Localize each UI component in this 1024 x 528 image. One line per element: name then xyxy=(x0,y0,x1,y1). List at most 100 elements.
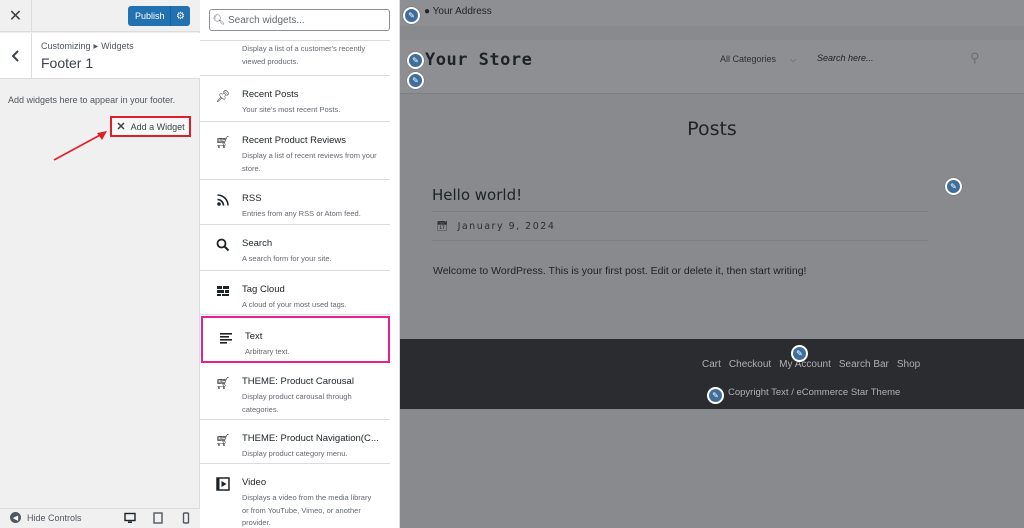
desktop-icon[interactable] xyxy=(124,512,136,524)
pin-icon: 📌︎ xyxy=(215,89,231,103)
widget-list: Display a list of a customer's recently … xyxy=(200,40,390,528)
close-icon: ✕ xyxy=(116,121,126,133)
widget-name: THEME: Product Carousal xyxy=(242,376,354,387)
tag-cloud-icon xyxy=(217,286,229,296)
widget-description: Displays a video from the media library … xyxy=(242,493,372,527)
customizer-topbar: ✕ Publish ⚙ xyxy=(0,0,200,32)
category-select-label: All Categories xyxy=(720,54,777,64)
widget-item-text[interactable]: Text Arbitrary text. xyxy=(201,316,390,363)
widget-description: Your site's most recent Posts. xyxy=(242,105,341,114)
edit-shortcut-pencil-icon[interactable]: ✎ xyxy=(407,52,424,69)
widget-item-tag-cloud[interactable]: Tag Cloud A cloud of your most used tags… xyxy=(200,271,390,315)
category-select[interactable]: All Categories ⌵ xyxy=(720,54,796,65)
divider xyxy=(432,240,928,241)
widget-item-product-navigation[interactable]: 🛒︎ THEME: Product Navigation(C... Displa… xyxy=(200,420,390,464)
widget-name: RSS xyxy=(242,193,262,204)
section-title: Footer 1 xyxy=(41,55,94,71)
publish-button[interactable]: Publish ⚙ xyxy=(128,6,190,26)
hide-controls-button[interactable]: ◀ Hide Controls xyxy=(10,512,82,523)
post-excerpt: Welcome to WordPress. This is your first… xyxy=(433,265,807,277)
widget-description: Entries from any RSS or Atom feed. xyxy=(242,209,361,218)
widget-name: Video xyxy=(242,477,267,488)
widget-item-recently-viewed[interactable]: Display a list of a customer's recently … xyxy=(200,41,390,76)
globe-icon: ● xyxy=(424,6,431,17)
text-icon xyxy=(220,333,232,344)
widget-name: Text xyxy=(245,331,263,342)
chevron-left-icon xyxy=(11,50,19,62)
widget-chooser-panel: 🔍︎ Display a list of a customer's recent… xyxy=(200,0,400,528)
preview-topbar: ● Your Address xyxy=(400,0,1024,26)
site-preview: ● Your Address ✎ Your Store All Categori… xyxy=(400,0,1024,528)
edit-shortcut-pencil-icon[interactable]: ✎ xyxy=(791,345,808,362)
widget-item-recent-product-reviews[interactable]: 🛒︎ Recent Product Reviews Display a list… xyxy=(200,122,390,180)
breadcrumb: Customizing ▶ Widgets xyxy=(41,41,134,51)
annotation-arrow xyxy=(53,131,107,161)
mobile-icon[interactable] xyxy=(180,512,192,524)
breadcrumb-section: Widgets xyxy=(101,41,134,51)
rss-icon xyxy=(217,194,229,206)
widget-item-recent-posts[interactable]: 📌︎ Recent Posts Your site's most recent … xyxy=(200,76,390,122)
add-widget-button[interactable]: ✕ Add a Widget xyxy=(110,116,191,137)
widget-description: Display a list of a customer's recently … xyxy=(242,44,366,66)
search-icon: 🔍︎ xyxy=(212,14,226,26)
widget-item-product-carousal[interactable]: 🛒︎ THEME: Product Carousal Display produ… xyxy=(200,363,390,420)
cart-icon: 🛒︎ xyxy=(215,135,231,149)
widget-name: THEME: Product Navigation(C... xyxy=(242,433,379,444)
footer-link-cart[interactable]: Cart xyxy=(702,359,721,370)
publish-label: Publish xyxy=(135,11,165,21)
widget-description: Arbitrary text. xyxy=(245,347,290,356)
preview-header: Your Store All Categories ⌵ Search here..… xyxy=(400,40,1024,94)
tablet-icon[interactable] xyxy=(152,512,164,524)
preview-search-input[interactable]: Search here... xyxy=(817,53,874,63)
widget-search-input[interactable] xyxy=(228,14,378,26)
widget-name: Recent Product Reviews xyxy=(242,135,347,146)
edit-shortcut-pencil-icon[interactable]: ✎ xyxy=(403,7,420,24)
footer-link-my-account[interactable]: My Account xyxy=(779,359,831,370)
store-name[interactable]: Your Store xyxy=(425,50,532,70)
search-icon xyxy=(216,238,230,252)
widget-name: Search xyxy=(242,238,273,249)
widget-item-search[interactable]: Search A search form for your site. xyxy=(200,225,390,271)
chevron-down-icon: ⌵ xyxy=(790,55,797,64)
search-icon[interactable]: ⚲ xyxy=(970,50,980,66)
widget-name: Recent Posts xyxy=(242,89,299,100)
page-heading: Posts xyxy=(687,118,737,140)
edit-shortcut-pencil-icon[interactable]: ✎ xyxy=(945,178,962,195)
footer-link-search-bar[interactable]: Search Bar xyxy=(839,359,889,370)
add-widget-label: Add a Widget xyxy=(130,121,185,132)
customizer-panel: ✕ Publish ⚙ Customizing ▶ Widgets Footer 1… xyxy=(0,0,200,528)
widget-description: Display product carousal through categor… xyxy=(242,392,352,414)
breadcrumb-parent: Customizing xyxy=(41,41,91,51)
widget-search-field[interactable]: 🔍︎ xyxy=(209,9,390,31)
section-description: Add widgets here to appear in your foote… xyxy=(8,95,176,105)
divider xyxy=(432,211,928,212)
cart-icon: 🛒︎ xyxy=(215,433,231,447)
post-title[interactable]: Hello world! xyxy=(432,186,522,204)
address-text: ● Your Address xyxy=(424,6,492,17)
widget-description: Display a list of recent reviews from yo… xyxy=(242,151,377,173)
footer-link-checkout[interactable]: Checkout xyxy=(729,359,771,370)
footer-link-shop[interactable]: Shop xyxy=(897,359,920,370)
post-date: 📅︎ January 9, 2024 xyxy=(436,221,555,232)
edit-shortcut-pencil-icon[interactable]: ✎ xyxy=(407,72,424,89)
collapse-icon: ◀ xyxy=(10,512,21,523)
widget-item-video[interactable]: Video Displays a video from the media li… xyxy=(200,464,390,528)
widget-description: A cloud of your most used tags. xyxy=(242,300,347,309)
edit-shortcut-pencil-icon[interactable]: ✎ xyxy=(707,387,724,404)
widget-description: A search form for your site. xyxy=(242,254,332,263)
address-label: Your Address xyxy=(432,6,492,17)
hide-controls-label: Hide Controls xyxy=(27,512,82,523)
section-header: Customizing ▶ Widgets Footer 1 xyxy=(0,33,200,79)
back-button[interactable] xyxy=(0,33,32,79)
cart-icon: 🛒︎ xyxy=(215,376,231,390)
post-date-label: January 9, 2024 xyxy=(457,221,556,232)
gear-icon[interactable]: ⚙ xyxy=(170,6,190,26)
customizer-footer: ◀ Hide Controls xyxy=(0,508,200,528)
widget-item-rss[interactable]: RSS Entries from any RSS or Atom feed. xyxy=(200,180,390,225)
widget-name: Tag Cloud xyxy=(242,284,285,295)
footer-menu: Cart Checkout My Account Search Bar Shop xyxy=(702,359,920,370)
triangle-right-icon: ▶ xyxy=(93,44,99,50)
calendar-icon: 📅︎ xyxy=(436,221,450,232)
close-icon[interactable]: ✕ xyxy=(0,0,32,32)
copyright-text: Copyright Text / eCommerce Star Theme xyxy=(728,387,901,398)
